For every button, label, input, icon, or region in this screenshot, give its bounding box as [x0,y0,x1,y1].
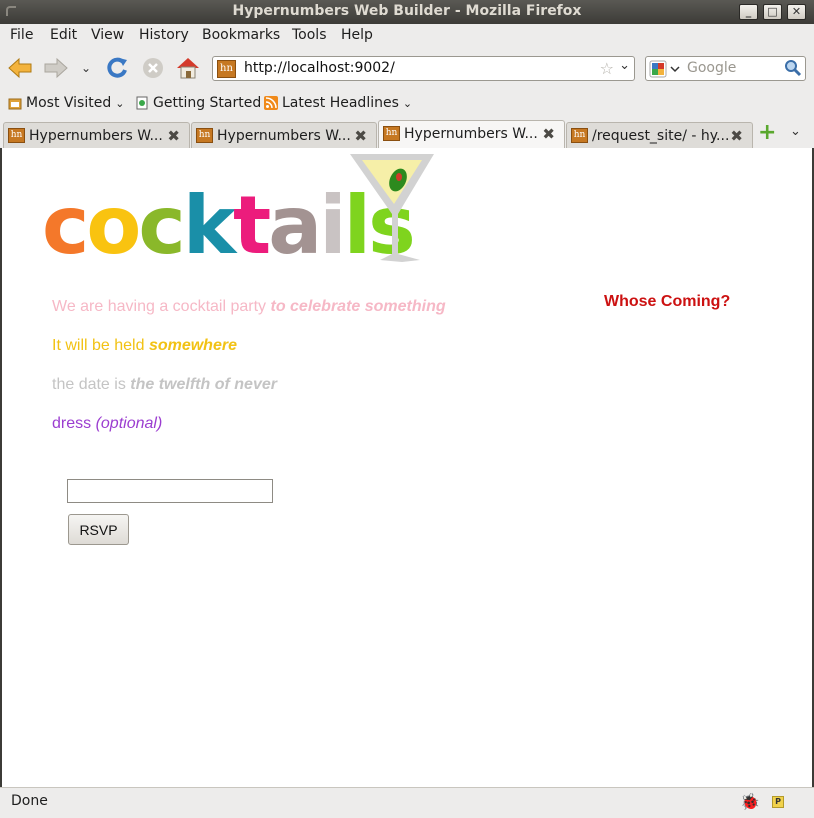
menu-file[interactable]: File [10,27,33,43]
search-engine-selector[interactable] [649,60,685,78]
tab-close-icon[interactable]: ✖ [167,127,180,145]
url-bar[interactable]: hn http://localhost:9002/ ☆ ⌄ [212,56,635,81]
tab-favicon-icon: hn [571,128,588,143]
maximize-button[interactable]: □ [763,4,782,20]
stop-button[interactable] [139,54,167,82]
menu-bookmarks[interactable]: Bookmarks [202,27,280,43]
search-bar[interactable]: Google [645,56,806,81]
date-line: the date is the twelfth of never [52,376,277,393]
dress-line: dress (optional) [52,415,163,432]
menubar: File Edit View History Bookmarks Tools H… [0,24,814,46]
chevron-down-icon: ⌄ [80,61,92,75]
cocktail-glass-icon [350,154,434,262]
firebug-icon[interactable]: 🐞 [740,792,760,811]
browser-chrome: File Edit View History Bookmarks Tools H… [0,24,814,148]
search-placeholder[interactable]: Google [687,60,736,76]
tab-close-icon[interactable]: ✖ [354,127,367,145]
tab-favicon-icon: hn [383,126,400,141]
logo-letter: i [319,179,346,272]
reload-icon [107,57,127,78]
party-reason: to celebrate something [270,298,446,315]
site-favicon-icon: hn [217,60,236,78]
logo-letter: a [268,179,322,272]
menu-edit[interactable]: Edit [50,27,77,43]
party-date: the twelfth of never [130,376,277,393]
menu-view[interactable]: View [91,27,124,43]
bookmark-getting-started[interactable]: Getting Started [135,95,261,111]
page-icon [136,96,148,110]
home-icon [177,58,199,79]
menu-tools[interactable]: Tools [292,27,327,43]
stop-icon [143,58,163,78]
logo-letter: t [233,179,271,272]
tab-label: Hypernumbers W... [29,128,163,144]
google-engine-icon [649,60,680,78]
rsvp-name-input[interactable] [67,479,273,503]
cocktails-logo: cocktails [42,154,462,272]
close-window-button[interactable]: ✕ [787,4,806,20]
tab-label: Hypernumbers W... [217,128,351,144]
url-dropdown-icon[interactable]: ⌄ [619,58,630,73]
minimize-button[interactable]: _ [739,4,758,20]
history-dropdown-button[interactable]: ⌄ [74,54,98,82]
tab-2[interactable]: hn Hypernumbers W... ✖ [191,122,377,148]
navigation-toolbar: ⌄ hn http://localhost:9002/ ☆ ⌄ Google [0,48,814,88]
back-arrow-icon [8,57,32,79]
url-text[interactable]: http://localhost:9002/ [244,60,395,76]
bookmark-latest-headlines[interactable]: Latest Headlines ⌄ [264,95,412,111]
logo-letter: k [182,179,236,272]
menu-history[interactable]: History [139,27,189,43]
tab-4[interactable]: hn /request_site/ - hy... ✖ [566,122,753,148]
logo-letter: o [86,179,141,272]
tab-favicon-icon: hn [196,128,213,143]
addon-p-icon[interactable]: P [772,796,784,808]
tab-3-active[interactable]: hn Hypernumbers W... ✖ [378,120,565,148]
status-text: Done [11,793,48,809]
rsvp-button[interactable]: RSVP [68,514,129,545]
bookmark-most-visited[interactable]: Most Visited ⌄ [8,95,124,111]
tab-favicon-icon: hn [8,128,25,143]
tab-1[interactable]: hn Hypernumbers W... ✖ [3,122,190,148]
bookmark-star-icon[interactable]: ☆ [600,59,614,78]
forward-button[interactable] [42,54,70,82]
page-content: cocktails We are having a cocktail party… [2,148,812,787]
logo-letter: c [42,179,89,272]
window-title: Hypernumbers Web Builder - Mozilla Firef… [232,3,582,19]
back-button[interactable] [6,54,34,82]
tab-close-icon[interactable]: ✖ [542,125,555,143]
whose-coming-heading: Whose Coming? [604,293,731,310]
home-button[interactable] [174,54,202,82]
location-line: It will be held somewhere [52,337,237,354]
search-icon[interactable] [784,59,802,81]
party-location: somewhere [148,337,237,354]
tab-strip: hn Hypernumbers W... ✖ hn Hypernumbers W… [0,120,814,148]
party-line: We are having a cocktail party to celebr… [52,298,446,315]
tab-label: Hypernumbers W... [404,126,538,142]
window-titlebar: Hypernumbers Web Builder - Mozilla Firef… [0,0,814,24]
list-all-tabs-icon[interactable]: ⌄ [790,124,801,139]
menu-help[interactable]: Help [341,27,373,43]
reload-button[interactable] [103,54,131,82]
bookmarks-toolbar: Most Visited ⌄ Getting Started Latest He… [0,92,814,116]
tab-close-icon[interactable]: ✖ [730,127,743,145]
tab-label: /request_site/ - hy... [592,128,730,144]
rss-feed-icon [264,96,278,110]
forward-arrow-icon [44,57,68,79]
folder-icon [8,98,22,110]
dress-code: (optional) [95,415,163,432]
chevron-down-icon: ⌄ [402,96,413,110]
chevron-down-icon: ⌄ [115,96,125,110]
new-tab-plus-icon[interactable]: + [758,122,776,144]
status-bar: Done 🐞 P [0,787,814,818]
logo-letter: c [138,179,185,272]
